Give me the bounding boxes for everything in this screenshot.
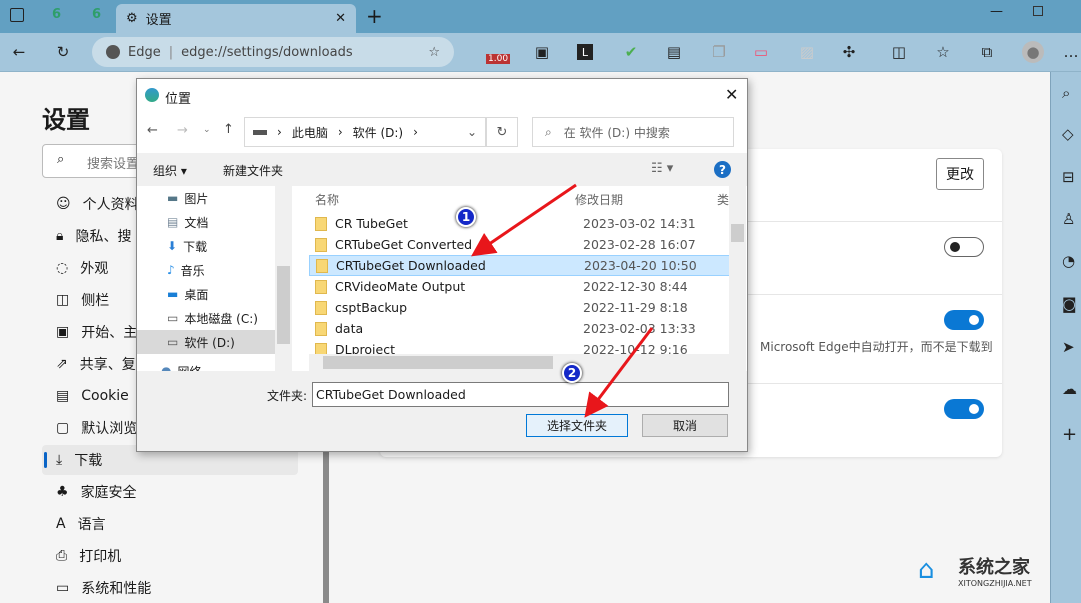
annotation-arrows — [471, 183, 654, 418]
watermark-title: 系统之家 — [958, 557, 1030, 578]
step-badge-1: 1 — [456, 207, 476, 227]
watermark-logo-icon: ⌂ — [918, 555, 935, 585]
step-badge-2: 2 — [562, 363, 582, 383]
annotation-arrow-2 — [584, 327, 654, 418]
annotation-arrow-1 — [471, 183, 577, 257]
watermark-url: XITONGZHIJIA.NET — [958, 579, 1032, 588]
